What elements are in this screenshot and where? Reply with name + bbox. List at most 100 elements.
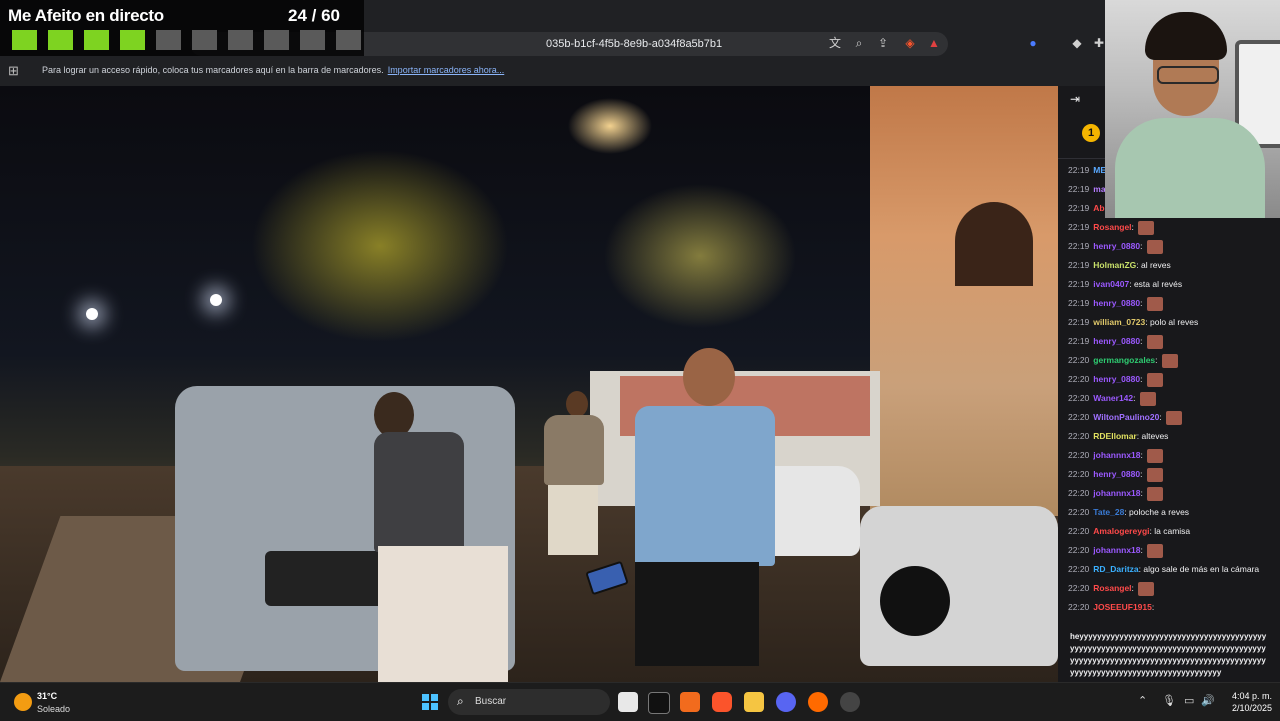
video-player[interactable] [0, 86, 1058, 682]
chat-message: 22:20 JOSEEUF1915: [1068, 598, 1278, 617]
weather-temp[interactable]: 31°C [37, 691, 57, 701]
show-hidden-icons-icon[interactable]: ⌃ [1138, 694, 1147, 707]
apps-grid-icon[interactable]: ⊞ [8, 63, 19, 79]
microphone-icon[interactable]: 🎙 [1162, 694, 1176, 707]
white-car-right [860, 506, 1058, 666]
file-explorer-icon[interactable] [744, 692, 764, 712]
chat-text: la camisa [1154, 526, 1191, 536]
chat-colon: : [1140, 545, 1146, 555]
chat-timestamp: 22:20 [1068, 393, 1090, 403]
windows-start-icon[interactable] [422, 694, 439, 711]
chat-text: algo sale de más en la cámara [1143, 564, 1260, 574]
chat-emote-icon [1146, 239, 1163, 254]
chat-colon: : [1151, 602, 1155, 612]
chat-colon: : [1140, 469, 1145, 479]
settings-icon[interactable] [840, 692, 860, 712]
chat-badge[interactable]: 1 [1082, 124, 1100, 142]
chat-username[interactable]: ivan0407 [1093, 279, 1129, 289]
streetlight [210, 294, 222, 306]
chat-username[interactable]: WiltonPaulino20 [1093, 412, 1159, 422]
weather-icon[interactable] [14, 693, 32, 711]
zoom-icon[interactable]: ⌕ [852, 36, 866, 50]
share-icon[interactable]: ⇪ [876, 36, 890, 50]
chat-text: esta al revés [1133, 279, 1183, 289]
chat-timestamp: 22:20 [1068, 469, 1090, 479]
chat-username[interactable]: johannnx18 [1093, 488, 1140, 498]
chat-colon: : [1133, 393, 1138, 403]
chat-username[interactable]: Rosangel [1093, 583, 1131, 593]
brave-browser-icon[interactable] [712, 692, 732, 712]
chat-timestamp: 22:20 [1068, 526, 1090, 536]
goal-box-filled [12, 30, 37, 50]
chat-username[interactable]: Rosangel [1093, 222, 1131, 232]
goal-box-empty [156, 30, 181, 50]
app-orange-icon[interactable] [680, 692, 700, 712]
chat-text: al reves [1141, 260, 1171, 270]
discord-icon[interactable] [776, 692, 796, 712]
chat-timestamp: 22:20 [1068, 564, 1090, 574]
extensions-puzzle-icon[interactable]: ✚ [1092, 36, 1106, 50]
chat-text: poloche a reves [1129, 507, 1190, 517]
weather-condition[interactable]: Soleado [37, 704, 70, 714]
goal-box-filled [84, 30, 109, 50]
chat-username[interactable]: henry_0880 [1093, 336, 1140, 346]
chat-colon: : [1131, 583, 1137, 593]
chat-username[interactable]: henry_0880 [1093, 374, 1140, 384]
chat-timestamp: 22:19 [1068, 241, 1090, 251]
brave-shield-icon[interactable]: ◈ [903, 36, 917, 50]
extension-icon[interactable]: ● [1026, 36, 1040, 50]
wallet-icon[interactable]: ◆ [1070, 36, 1084, 50]
chat-username[interactable]: johannnx18 [1093, 545, 1140, 555]
chat-username[interactable]: henry_0880 [1093, 298, 1140, 308]
epic-games-icon[interactable] [648, 692, 670, 714]
webcam-feed [1105, 0, 1280, 218]
chat-message: 22:20 germangozales: [1068, 351, 1278, 370]
chat-timestamp: 22:20 [1068, 488, 1090, 498]
chat-username[interactable]: henry_0880 [1093, 241, 1140, 251]
chat-username[interactable]: Amalogereygi [1093, 526, 1149, 536]
chat-timestamp: 22:19 [1068, 260, 1090, 270]
chat-text: polo al reves [1150, 317, 1199, 327]
streamer-glasses [1157, 66, 1219, 84]
app-round-orange-icon[interactable] [808, 692, 828, 712]
chat-username[interactable]: RD_Daritza [1093, 564, 1138, 574]
chat-username[interactable]: johannnx18 [1093, 450, 1140, 460]
chat-timestamp: 22:19 [1068, 184, 1090, 194]
taskbar-search[interactable]: ⌕ Buscar [448, 689, 610, 715]
building-window [955, 202, 1033, 286]
chat-timestamp: 22:20 [1068, 507, 1090, 517]
chat-timestamp: 22:19 [1068, 317, 1090, 327]
chat-messages: 22:19MEL: 22:19mai: 22:19AbelXX: se le v… [1068, 161, 1278, 617]
chat-colon: : [1155, 355, 1160, 365]
network-icon[interactable]: ▭ [1184, 694, 1194, 707]
collapse-chat-icon[interactable]: ⇥ [1070, 92, 1080, 106]
chat-username[interactable]: Waner142 [1093, 393, 1133, 403]
chat-username[interactable]: germangozales [1093, 355, 1155, 365]
person-shorts [635, 562, 759, 666]
chat-username[interactable]: henry_0880 [1093, 469, 1140, 479]
chat-message: 22:20 johannnx18: [1068, 541, 1278, 560]
chat-username[interactable]: Tate_28 [1093, 507, 1124, 517]
brave-rewards-icon[interactable]: ▲ [927, 36, 941, 50]
task-view-icon[interactable] [618, 692, 638, 712]
chat-username[interactable]: HolmanZG [1093, 260, 1136, 270]
chat-colon: : [1140, 241, 1145, 251]
person-shirt [635, 406, 775, 566]
chat-message: 22:20 henry_0880: [1068, 465, 1278, 484]
chat-message: 22:20 WiltonPaulino20: [1068, 408, 1278, 427]
chat-username[interactable]: JOSEEUF1915 [1093, 602, 1152, 612]
chat-message: 22:19 william_0723: polo al reves [1068, 313, 1278, 332]
import-bookmarks-link[interactable]: Importar marcadores ahora... [388, 65, 505, 75]
chat-username[interactable]: RDEllomar [1093, 431, 1136, 441]
chat-colon: : [1140, 336, 1145, 346]
clock-time: 4:04 p. m. [1231, 691, 1272, 701]
bookmarks-bar: ⊞ Para lograr un acceso rápido, coloca t… [0, 60, 1105, 82]
stream-goal-overlay: Me Afeito en directo 24 / 60 [0, 0, 364, 56]
taskbar-clock[interactable]: 4:04 p. m. 2/10/2025 [1220, 690, 1272, 714]
volume-icon[interactable]: 🔊 [1201, 694, 1215, 707]
bookmarks-message-text: Para lograr un acceso rápido, coloca tus… [42, 65, 384, 75]
translate-icon[interactable]: 文 [828, 36, 842, 50]
streetlight [86, 308, 98, 320]
chat-username[interactable]: william_0723 [1093, 317, 1145, 327]
person-pants [378, 546, 508, 682]
